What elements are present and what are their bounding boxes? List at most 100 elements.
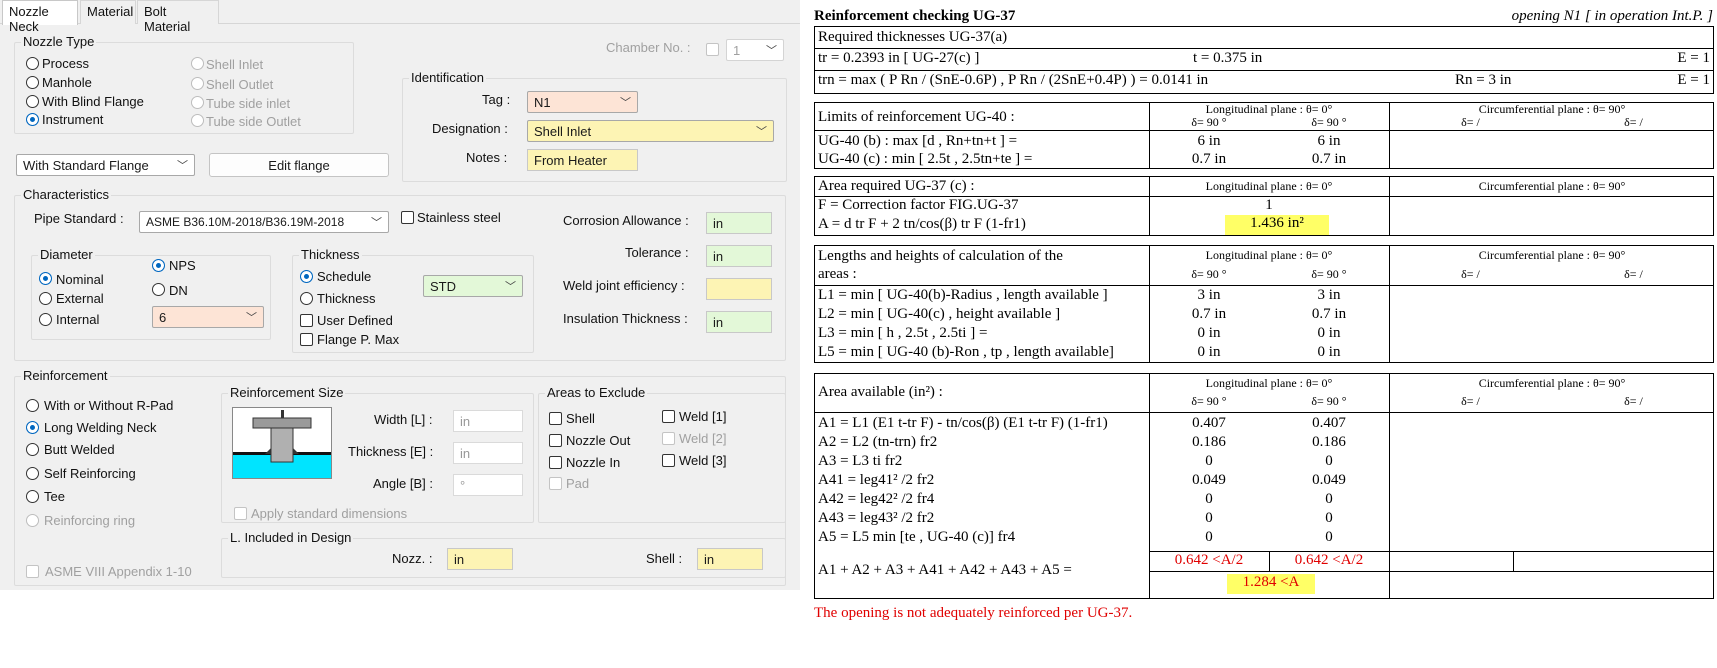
nozz-field[interactable]: in [447,548,513,570]
nozzle-out-checkbox[interactable] [549,434,562,447]
tr-line: tr = 0.2393 in [ UG-27(c) ] [818,50,980,66]
tab-bolt-material[interactable]: Bolt Material [137,0,219,34]
t-line: t = 0.375 in [1193,50,1263,66]
weld1-checkbox[interactable] [662,410,675,423]
label-tube-side-inlet: Tube side inlet [206,96,291,111]
a42-value: 0 [1205,491,1213,507]
radio-nps[interactable] [152,259,165,272]
label-manhole: Manhole [42,75,92,90]
nozzle-dialog: Nozzle Neck Material Bolt Material Nozzl… [0,0,800,590]
user-defined-checkbox[interactable] [300,314,313,327]
diameter-title: Diameter [38,247,95,262]
l5-value: 0 in [1197,344,1221,360]
l5-line: L5 = min [ UG-40 (b)-Ron , tp , length a… [818,344,1114,360]
a-line: A = d tr F + 2 tn/cos(β) tr F (1-fr1) [818,216,1026,232]
designation-combo[interactable]: Shell Inlet ﹀ [527,120,774,142]
tab-material[interactable]: Material [80,0,136,24]
angle-field[interactable]: ° [453,474,523,496]
label-user-defined: User Defined [317,313,393,328]
label-shell-outlet: Shell Outlet [206,77,274,92]
notes-field[interactable]: From Heater [527,149,638,171]
radio-long-welding-neck[interactable] [26,421,39,434]
lengths-delta: δ= 90 ° [1311,267,1347,281]
insulation-field[interactable]: in [706,311,772,333]
flange-type-combo[interactable]: With Standard Flange ﹀ [16,154,195,176]
schedule-combo[interactable]: STD ﹀ [423,275,523,297]
weld-efficiency-field[interactable] [706,278,772,300]
e2-value: E = 1 [1677,72,1710,88]
report-opening: opening N1 [ in operation Int.P. ] [1511,8,1713,24]
a42-value: 0 [1325,491,1333,507]
chevron-down-icon: ﹀ [756,126,767,138]
label-weld1: Weld [1] [679,409,727,424]
pipe-standard-label: Pipe Standard : [34,211,124,226]
rn-line: Rn = 3 in [1455,72,1512,88]
angle-label: Angle [B] : [373,476,433,491]
radio-external[interactable] [39,292,52,305]
label-dn: DN [169,283,188,298]
l2-line: L2 = min [ UG-40(c) , height available ] [818,306,1061,322]
area-available-box: Area available (in²) : Longitudinal plan… [814,373,1714,599]
stainless-checkbox[interactable] [401,211,414,224]
tab-nozzle-neck[interactable]: Nozzle Neck [2,0,78,34]
area-req-long-plane: Longitudinal plane : θ= 0° [1205,179,1333,193]
thickness-e-label: Thickness [E] : [348,444,434,459]
radio-manhole[interactable] [26,76,39,89]
shell-length-label: Shell : [646,551,683,566]
label-weld3: Weld [3] [679,453,727,468]
label-external: External [56,291,104,306]
radio-dn[interactable] [152,283,165,296]
chevron-down-icon: ﹀ [620,97,631,109]
label-long-welding-neck: Long Welding Neck [44,420,157,435]
limits-box: Limits of reinforcement UG-40 : Longitud… [814,102,1714,169]
area-required-box: Area required UG-37 (c) : Longitudinal p… [814,176,1714,236]
f-line: F = Correction factor FIG.UG-37 [818,197,1019,213]
sum-line: A1 + A2 + A3 + A41 + A42 + A43 + A5 = [818,562,1072,578]
avail-delta-slash: δ= / [1624,394,1643,408]
l3-value: 0 in [1197,325,1221,341]
radio-butt-welded[interactable] [26,443,39,456]
thickness-e-field[interactable]: in [453,442,523,464]
nozzle-in-checkbox[interactable] [549,456,562,469]
reinforcement-report: Reinforcement checking UG-37 opening N1 … [810,0,1717,668]
appendix-checkbox [26,565,39,578]
width-field[interactable]: in [453,410,523,432]
label-self-reinforcing: Self Reinforcing [44,466,136,481]
label-internal: Internal [56,312,100,327]
radio-instrument[interactable] [26,113,39,126]
radio-with-or-without-rpad[interactable] [26,399,39,412]
a42-line: A42 = leg42² /2 fr4 [818,491,935,507]
areas-exclude-title: Areas to Exclude [545,385,648,400]
flange-pmax-checkbox[interactable] [300,333,313,346]
insulation-label: Insulation Thickness : [563,311,688,326]
avail-long-plane: Longitudinal plane : θ= 0° [1205,376,1333,390]
chevron-down-icon: ﹀ [766,45,777,57]
edit-flange-button[interactable]: Edit flange [209,153,389,177]
radio-tee[interactable] [26,490,39,503]
radio-reinforcing-ring [26,514,39,527]
shell-length-field[interactable]: in [697,548,763,570]
l1-value: 3 in [1197,287,1221,303]
radio-process[interactable] [26,57,39,70]
radio-thickness[interactable] [300,292,313,305]
radio-schedule[interactable] [300,270,313,283]
corrosion-field[interactable]: in [706,212,772,234]
radio-self-reinforcing[interactable] [26,467,39,480]
half-area-check: 0.642 <A/2 [1294,552,1364,568]
label-tube-side-outlet: Tube side Outlet [206,114,301,129]
radio-nominal[interactable] [39,272,52,285]
label-thickness: Thickness [317,291,376,306]
l1-value: 3 in [1317,287,1341,303]
l-included-title: L. Included in Design [228,530,354,545]
radio-with-blind-flange[interactable] [26,95,39,108]
nozz-label: Nozz. : [392,551,433,566]
weld3-checkbox[interactable] [662,454,675,467]
required-thickness-box: Required thicknesses UG-37(a) tr = 0.239… [814,26,1714,94]
pipe-standard-combo[interactable]: ASME B36.10M-2018/B36.19M-2018 ﹀ [139,211,389,233]
radio-internal[interactable] [39,313,52,326]
tolerance-field[interactable]: in [706,245,772,267]
nps-size-combo[interactable]: 6 ﹀ [152,306,264,328]
identification-title: Identification [409,70,486,85]
tag-combo[interactable]: N1 ﹀ [527,91,638,113]
shell-checkbox[interactable] [549,412,562,425]
